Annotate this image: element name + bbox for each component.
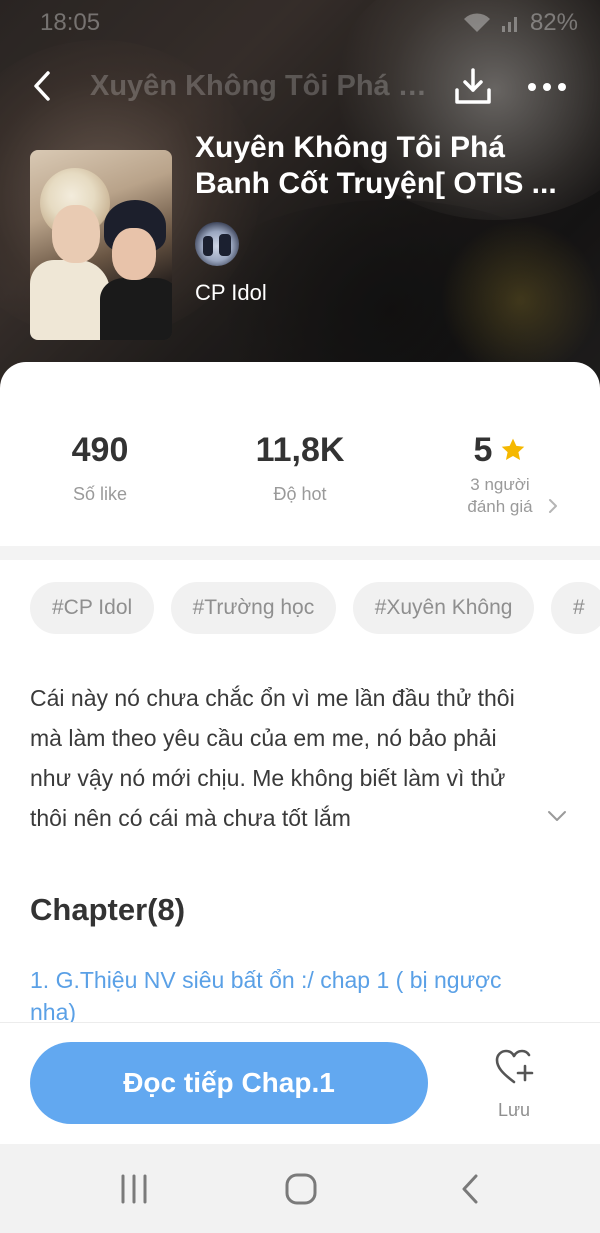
system-nav-bar	[0, 1144, 600, 1233]
continue-reading-button[interactable]: Đọc tiếp Chap.1	[30, 1042, 428, 1124]
home-icon[interactable]	[284, 1172, 318, 1206]
rating-value: 5	[473, 431, 493, 469]
save-label: Lưu	[497, 1100, 531, 1120]
tag-truong-hoc[interactable]: #Trường học	[170, 582, 337, 634]
signal-icon	[500, 12, 522, 34]
likes-label: Số like	[72, 484, 128, 504]
more-options-button[interactable]	[524, 66, 570, 108]
chapter-link-1[interactable]: 1. G.Thiệu NV siêu bất ổn :/ chap 1 ( bị…	[30, 964, 550, 1022]
tag-xuyen-khong[interactable]: #Xuyên Không	[352, 582, 535, 634]
status-bar: 18:05 82%	[0, 0, 600, 46]
wifi-icon	[462, 12, 492, 34]
heart-plus-icon	[495, 1049, 534, 1084]
status-time: 18:05	[40, 9, 101, 36]
rating-label-line1: 3 người	[470, 475, 530, 494]
more-icon	[528, 83, 566, 91]
section-divider	[0, 546, 600, 560]
hot-label: Độ hot	[273, 484, 327, 504]
back-button[interactable]	[22, 66, 62, 106]
hot-value: 11,8K	[255, 431, 345, 469]
chevron-right-icon[interactable]	[546, 496, 560, 516]
save-button[interactable]: Lưu	[470, 1048, 558, 1128]
book-cover[interactable]	[30, 150, 172, 340]
star-icon	[502, 438, 525, 460]
download-icon	[455, 68, 491, 104]
author-avatar[interactable]	[195, 222, 239, 266]
description-text: Cái này nó chưa chắc ổn vì me lần đầu th…	[30, 685, 515, 831]
battery-level: 82%	[529, 9, 578, 36]
author-name[interactable]: CP Idol	[195, 280, 267, 306]
chevron-down-icon[interactable]	[545, 806, 569, 826]
nav-back-icon[interactable]	[458, 1172, 482, 1206]
tag-cp-idol[interactable]: #CP Idol	[30, 582, 155, 634]
book-title: Xuyên Không Tôi Phá Banh Cốt Truyện[ OTI…	[195, 131, 557, 200]
likes-value: 490	[71, 431, 129, 469]
stat-rating[interactable]: 5 3 người đánh giá	[400, 430, 600, 518]
app-bar: Xuyên Không Tôi Phá Banh Cốt Truyện[ OTI…	[0, 58, 600, 118]
stat-hot: 11,8K Độ hot	[200, 430, 400, 506]
chapter-heading: Chapter(8)	[30, 892, 186, 927]
stat-likes: 490 Số like	[0, 430, 200, 506]
back-arrow-icon	[34, 71, 50, 101]
stats-row: 490 Số like 11,8K Độ hot 5 3 người đánh …	[0, 430, 600, 540]
tag-list: #CP Idol #Trường học #Xuyên Không #	[30, 582, 600, 636]
rating-label-line2: đánh giá	[467, 497, 533, 516]
tag-partial[interactable]: #	[550, 582, 600, 634]
recent-apps-icon[interactable]	[118, 1174, 150, 1204]
app-bar-title: Xuyên Không Tôi Phá Banh Cốt Truyện[ OTI…	[90, 70, 430, 102]
download-button[interactable]	[452, 66, 494, 108]
